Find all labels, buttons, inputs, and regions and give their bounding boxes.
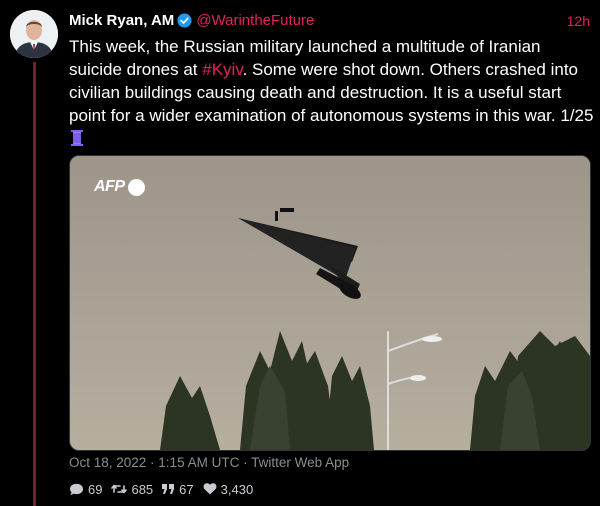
tweet-time[interactable]: 12h bbox=[567, 11, 590, 31]
avatar[interactable] bbox=[10, 10, 58, 58]
drone-photo bbox=[70, 156, 590, 450]
tweet-stats: 69 685 67 3,430 bbox=[69, 480, 262, 498]
retweet-count: 685 bbox=[131, 481, 154, 497]
thread-line bbox=[33, 62, 36, 506]
tweet-header: Mick Ryan, AM @WarintheFuture 12h bbox=[69, 11, 590, 31]
tweet-photo[interactable]: AFP bbox=[69, 155, 591, 451]
quote-count: 67 bbox=[179, 481, 194, 497]
reply-count: 69 bbox=[88, 481, 103, 497]
like-stat[interactable]: 3,430 bbox=[203, 481, 254, 497]
avatar-image bbox=[10, 10, 58, 58]
retweet-icon bbox=[111, 484, 128, 494]
like-count: 3,430 bbox=[220, 481, 254, 497]
watermark-text: AFP bbox=[94, 178, 125, 195]
author-handle[interactable]: @WarintheFuture bbox=[196, 12, 314, 29]
retweet-stat[interactable]: 685 bbox=[111, 482, 153, 497]
heart-icon bbox=[203, 483, 217, 495]
tweet-timestamp[interactable]: Oct 18, 2022 · 1:15 AM UTC · Twitter Web… bbox=[69, 455, 349, 470]
afp-watermark: AFP bbox=[94, 178, 145, 196]
reply-icon bbox=[70, 483, 83, 495]
author-name[interactable]: Mick Ryan, AM bbox=[69, 12, 174, 29]
quote-icon bbox=[162, 483, 175, 494]
reply-stat[interactable]: 69 bbox=[69, 482, 102, 497]
quote-stat[interactable]: 67 bbox=[162, 481, 194, 497]
verified-badge-icon bbox=[177, 13, 192, 34]
watermark-dot-icon bbox=[127, 178, 145, 196]
thread-emoji-icon bbox=[71, 129, 83, 146]
tweet-text: This week, the Russian military launched… bbox=[69, 35, 594, 150]
hashtag-link[interactable]: #Kyiv bbox=[202, 60, 242, 79]
